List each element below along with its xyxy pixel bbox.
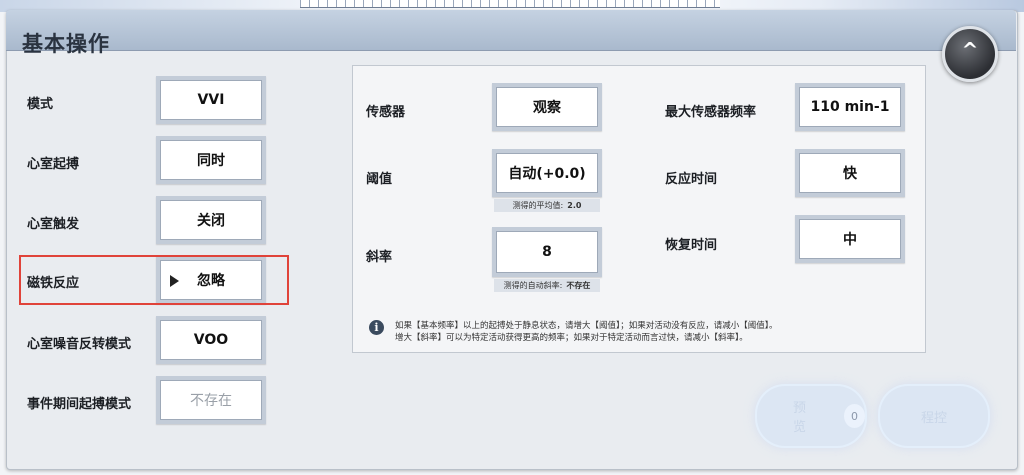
info-text-line-1: 如果【基本频率】以上的起搏处于静息状态，请增大【阈值】；如果对活动没有反应，请减… — [395, 321, 778, 331]
background-ruler — [300, 0, 720, 8]
selection-highlight — [19, 255, 289, 305]
ventricular-trigger-button[interactable]: 关闭 — [156, 196, 266, 244]
reaction-time-value: 快 — [843, 166, 857, 182]
info-text-line-2: 增大【斜率】可以为特定活动获得更高的频率；如果对于特定活动而言过快，请减小【斜率… — [395, 333, 748, 343]
sensor-value: 观察 — [533, 100, 561, 116]
ventricular-trigger-label: 心室触发 — [27, 217, 80, 232]
sensor-button[interactable]: 观察 — [492, 83, 602, 131]
ventricular-pacing-button[interactable]: 同时 — [156, 136, 266, 184]
recovery-time-label: 恢复时间 — [665, 238, 718, 253]
slope-caption-label: 测得的自动斜率: — [503, 281, 563, 290]
max-sensor-rate-value: 110 min-1 — [810, 99, 890, 115]
threshold-caption-value: 2.0 — [567, 201, 582, 210]
max-sensor-rate-button[interactable]: 110 min-1 — [795, 83, 905, 131]
ventricular-pacing-value: 同时 — [197, 153, 225, 169]
recovery-time-button[interactable]: 中 — [795, 215, 905, 263]
preview-button[interactable]: 预览 0 — [755, 384, 867, 448]
event-pacing-mode-label: 事件期间起搏模式 — [27, 397, 132, 412]
recovery-time-value: 中 — [843, 232, 857, 248]
preview-count-badge: 0 — [843, 404, 865, 428]
page-title: 基本操作 — [22, 32, 110, 56]
program-label: 程控 — [920, 410, 947, 426]
mode-label: 模式 — [27, 97, 54, 112]
slope-caption: 测得的自动斜率: 不存在 — [494, 279, 600, 292]
ventricular-noise-mode-value: VOO — [193, 332, 229, 348]
threshold-caption: 测得的平均值: 2.0 — [494, 199, 600, 212]
ventricular-pacing-label: 心室起搏 — [27, 157, 80, 172]
chevron-up-icon: ^ — [961, 38, 979, 62]
threshold-button[interactable]: 自动(+0.0) — [492, 149, 602, 197]
ventricular-trigger-value: 关闭 — [197, 213, 225, 229]
threshold-label: 阈值 — [366, 172, 393, 187]
slope-label: 斜率 — [366, 250, 393, 265]
mode-button[interactable]: VVI — [156, 76, 266, 124]
event-pacing-mode-button: 不存在 — [156, 376, 266, 424]
threshold-caption-label: 测得的平均值: — [512, 201, 564, 210]
program-button[interactable]: 程控 — [878, 384, 990, 448]
reaction-time-label: 反应时间 — [665, 172, 718, 187]
preview-label: 预览 — [793, 401, 807, 435]
threshold-value: 自动(+0.0) — [508, 166, 586, 182]
max-sensor-rate-label: 最大传感器频率 — [665, 105, 757, 120]
event-pacing-mode-value: 不存在 — [190, 393, 232, 409]
ventricular-noise-mode-label: 心室噪音反转模式 — [27, 337, 132, 352]
slope-value: 8 — [542, 244, 552, 260]
sensor-label: 传感器 — [366, 105, 406, 120]
panel-titlebar: 基本操作 — [6, 10, 1016, 56]
info-icon: i — [369, 320, 384, 335]
slope-button[interactable]: 8 — [492, 227, 602, 277]
slope-caption-value: 不存在 — [566, 281, 591, 290]
collapse-button[interactable]: ^ — [942, 26, 998, 82]
ventricular-noise-mode-button[interactable]: VOO — [156, 316, 266, 364]
mode-value: VVI — [197, 92, 225, 108]
reaction-time-button[interactable]: 快 — [795, 149, 905, 197]
